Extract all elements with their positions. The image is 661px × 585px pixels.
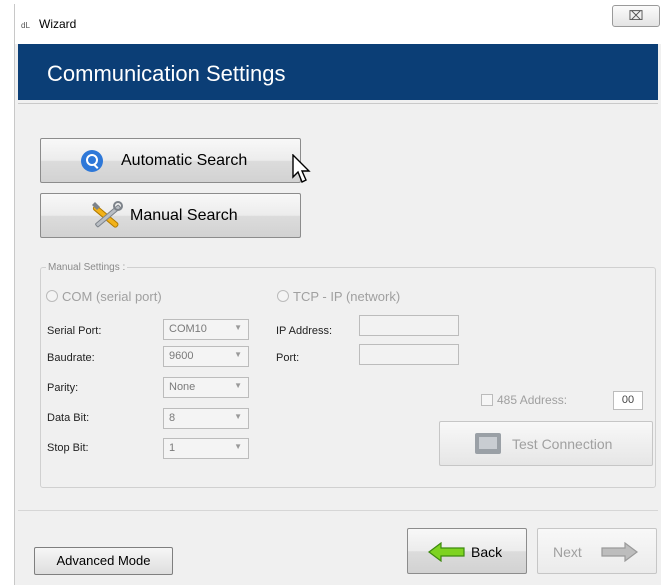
search-icon: [81, 150, 103, 172]
close-button[interactable]: ⌧: [612, 5, 660, 27]
data-bit-value: 8: [169, 412, 176, 424]
port-label: Port:: [276, 352, 300, 364]
baudrate-label: Baudrate:: [47, 352, 95, 364]
radio-circle-icon: [46, 290, 58, 302]
chevron-down-icon: ▼: [234, 381, 242, 390]
close-icon: ⌧: [628, 8, 644, 23]
address-485-label: 485 Address:: [497, 393, 568, 407]
manual-search-button[interactable]: Manual Search: [40, 193, 301, 238]
stop-bit-select[interactable]: 1 ▼: [163, 438, 249, 459]
automatic-search-button[interactable]: Automatic Search: [40, 138, 301, 183]
divider: [18, 103, 658, 104]
parity-value: None: [169, 381, 196, 393]
title-bar: dL Wizard ⌧: [15, 4, 661, 44]
window-title: Wizard: [39, 17, 77, 31]
address-485-checkbox[interactable]: [481, 394, 493, 406]
arrow-right-icon: [601, 542, 638, 562]
chevron-down-icon: ▼: [234, 350, 242, 359]
parity-label: Parity:: [47, 382, 79, 394]
chevron-down-icon: ▼: [234, 442, 242, 451]
wizard-window: dL Wizard ⌧ Communication Settings Autom…: [14, 4, 661, 585]
tcp-ip-radio[interactable]: TCP - IP (network): [277, 289, 400, 304]
stop-bit-label: Stop Bit:: [47, 442, 89, 454]
stop-bit-value: 1: [169, 442, 176, 454]
ip-address-label: IP Address:: [276, 325, 333, 337]
tools-icon: [92, 201, 123, 228]
footer-divider: [18, 510, 658, 511]
serial-port-value: COM10: [169, 323, 207, 335]
manual-settings-legend: Manual Settings :: [48, 262, 126, 273]
data-bit-label: Data Bit:: [47, 412, 90, 424]
baudrate-select[interactable]: 9600 ▼: [163, 346, 249, 367]
chevron-down-icon: ▼: [234, 412, 242, 421]
back-button[interactable]: Back: [407, 528, 527, 574]
back-label: Back: [471, 544, 503, 560]
ip-address-input[interactable]: [359, 315, 459, 336]
app-icon: dL: [21, 21, 30, 30]
page-title: Communication Settings: [47, 61, 286, 86]
advanced-mode-button[interactable]: Advanced Mode: [34, 547, 173, 575]
next-label: Next: [553, 544, 582, 560]
tcp-ip-radio-label: TCP - IP (network): [293, 289, 401, 304]
port-input[interactable]: [359, 344, 459, 365]
com-serial-radio-label: COM (serial port): [62, 289, 162, 304]
arrow-left-icon: [428, 542, 465, 562]
mouse-cursor-icon: [292, 154, 311, 183]
data-bit-select[interactable]: 8 ▼: [163, 408, 249, 429]
next-button[interactable]: Next: [537, 528, 657, 574]
chevron-down-icon: ▼: [234, 323, 242, 332]
monitor-icon: [475, 433, 501, 454]
automatic-search-label: Automatic Search: [121, 152, 248, 169]
header-banner: Communication Settings: [18, 44, 658, 100]
serial-port-select[interactable]: COM10 ▼: [163, 319, 249, 340]
test-connection-button[interactable]: Test Connection: [439, 421, 653, 466]
radio-circle-icon: [277, 290, 289, 302]
test-connection-label: Test Connection: [512, 436, 613, 452]
parity-select[interactable]: None ▼: [163, 377, 249, 398]
com-serial-radio[interactable]: COM (serial port): [46, 289, 162, 304]
manual-search-label: Manual Search: [130, 207, 238, 224]
serial-port-label: Serial Port:: [47, 325, 102, 337]
address-485-input[interactable]: 00: [613, 391, 643, 410]
baudrate-value: 9600: [169, 350, 194, 362]
